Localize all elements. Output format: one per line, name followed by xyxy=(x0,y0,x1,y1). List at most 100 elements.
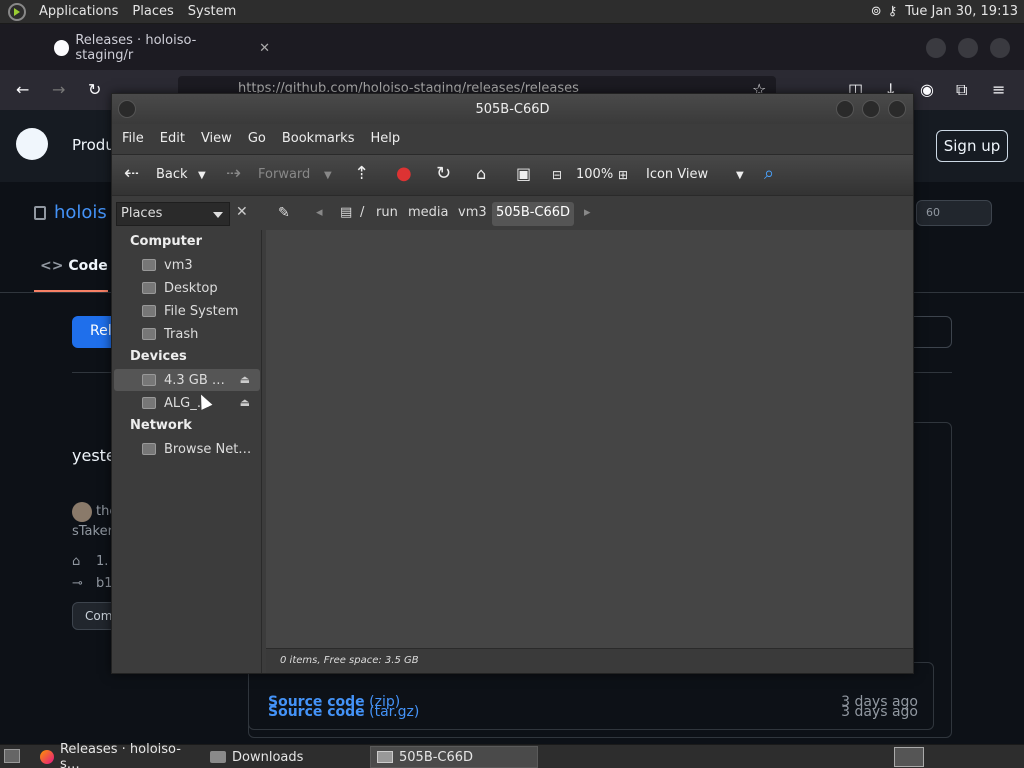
reload-icon[interactable]: ↻ xyxy=(436,163,451,184)
commit-icon: ⊸ xyxy=(72,576,83,591)
star-count[interactable]: 60 xyxy=(916,200,992,226)
menu-go[interactable]: Go xyxy=(248,131,276,146)
file-manager-window: 505B-C66D File Edit View Go Bookmarks He… xyxy=(111,93,914,674)
zoom-out-icon[interactable]: ⊟ xyxy=(552,168,562,182)
menu-edit[interactable]: Edit xyxy=(160,131,195,146)
forward-arrow-icon[interactable]: → xyxy=(52,80,65,99)
sidebar-item-vm3[interactable]: vm3 xyxy=(114,254,260,276)
browser-window-controls xyxy=(926,38,1010,58)
minimize-button[interactable] xyxy=(836,100,854,118)
close-button[interactable] xyxy=(888,100,906,118)
window-menu-button[interactable] xyxy=(118,100,136,118)
menu-bookmarks[interactable]: Bookmarks xyxy=(282,131,365,146)
menu-view[interactable]: View xyxy=(201,131,242,146)
system-menu[interactable]: System xyxy=(181,4,243,19)
crumb-run[interactable]: run xyxy=(372,202,402,226)
eject-icon[interactable]: ⏏ xyxy=(240,396,250,409)
product-menu[interactable]: Produ xyxy=(72,136,115,154)
edit-location-icon[interactable]: ✎ xyxy=(274,202,294,226)
sidebar-item-desktop[interactable]: Desktop xyxy=(114,277,260,299)
task-label: Downloads xyxy=(232,749,304,765)
drive-icon[interactable]: ▤ xyxy=(336,202,356,226)
crumb-root[interactable]: / xyxy=(356,202,368,226)
asset-ext: (tar.gz) xyxy=(369,704,420,720)
network-icon xyxy=(142,443,156,455)
key-icon[interactable]: ⚷ xyxy=(888,4,898,19)
crumb-media[interactable]: media xyxy=(404,202,453,226)
hamburger-menu-icon[interactable]: ≡ xyxy=(992,80,1005,99)
back-arrow-icon[interactable]: ⇠ xyxy=(124,163,139,184)
desktop-icon xyxy=(142,282,156,294)
account-icon[interactable]: ◉ xyxy=(920,80,934,99)
back-history-icon[interactable]: ▼ xyxy=(198,170,206,181)
clock[interactable]: Tue Jan 30, 19:13 xyxy=(905,4,1018,19)
section-network: Network xyxy=(130,418,192,433)
crumb-right-icon[interactable]: ▸ xyxy=(580,202,595,226)
reload-icon[interactable]: ↻ xyxy=(88,80,101,99)
sign-up-button[interactable]: Sign up xyxy=(936,130,1008,162)
task-browser[interactable]: Releases · holoiso-s… xyxy=(34,742,200,768)
places-menu[interactable]: Places xyxy=(125,4,180,19)
forward-history-icon[interactable]: ▼ xyxy=(324,170,332,181)
tab-close-icon[interactable]: ✕ xyxy=(259,41,270,56)
maximize-button[interactable] xyxy=(958,38,978,58)
home-icon[interactable]: ⌂ xyxy=(476,164,486,183)
search-icon[interactable]: ⌕ xyxy=(764,163,774,184)
menu-help[interactable]: Help xyxy=(370,131,410,146)
tag-name[interactable]: 1. xyxy=(96,554,108,569)
task-downloads[interactable]: Downloads xyxy=(204,746,366,768)
forward-button[interactable]: Forward xyxy=(258,167,310,182)
sidebar-item-trash[interactable]: Trash xyxy=(114,323,260,345)
asset-name[interactable]: Source code xyxy=(268,704,365,720)
toggle-icon[interactable]: ⊚ xyxy=(871,4,882,19)
places-select[interactable]: Places xyxy=(116,202,230,226)
forward-arrow-icon[interactable]: ⇢ xyxy=(226,163,241,184)
sidebar-close-icon[interactable]: ✕ xyxy=(236,204,248,220)
stop-icon[interactable]: ● xyxy=(396,163,412,184)
applications-menu[interactable]: Applications xyxy=(32,4,125,19)
usb-drive-icon xyxy=(142,397,156,409)
github-logo-icon[interactable] xyxy=(16,128,48,160)
view-mode-dropdown-icon[interactable]: ▼ xyxy=(736,170,744,181)
extensions-icon[interactable]: ⧉ xyxy=(956,80,967,100)
task-file-manager[interactable]: 505B-C66D xyxy=(370,746,538,768)
menu-file[interactable]: File xyxy=(122,131,154,146)
fm-title: 505B-C66D xyxy=(475,101,550,117)
sidebar-item-device-2[interactable]: ALG_… ⏏ xyxy=(114,392,260,414)
task-label: Releases · holoiso-s… xyxy=(59,742,181,768)
sidebar-item-device-1[interactable]: 4.3 GB … ⏏ xyxy=(114,369,260,391)
back-arrow-icon[interactable]: ← xyxy=(16,80,29,99)
workspace-switcher[interactable] xyxy=(894,747,924,767)
author-avatar[interactable] xyxy=(72,502,92,522)
minimize-button[interactable] xyxy=(926,38,946,58)
computer-icon[interactable]: ▣ xyxy=(516,164,531,183)
eject-icon[interactable]: ⏏ xyxy=(240,373,250,386)
crumb-current[interactable]: 505B-C66D xyxy=(492,202,575,226)
home-folder-icon xyxy=(142,259,156,271)
repo-title[interactable]: holois xyxy=(34,202,107,223)
maximize-button[interactable] xyxy=(862,100,880,118)
back-button[interactable]: Back xyxy=(156,167,188,182)
zoom-in-icon[interactable]: ⊞ xyxy=(618,168,628,182)
repo-name[interactable]: holois xyxy=(54,202,107,223)
task-label: 505B-C66D xyxy=(399,749,474,765)
tab-code[interactable]: <> Code xyxy=(34,258,108,292)
sidebar-item-label: Trash xyxy=(164,326,199,342)
distro-logo-icon[interactable] xyxy=(8,2,26,21)
up-icon[interactable]: ⇡ xyxy=(354,163,369,184)
fm-statusbar: 0 items, Free space: 3.5 GB xyxy=(266,648,913,673)
asset-row[interactable]: Source code (tar.gz) 3 days ago xyxy=(268,704,918,720)
crumb-left-icon[interactable]: ◂ xyxy=(312,202,327,226)
sidebar-item-filesystem[interactable]: File System xyxy=(114,300,260,322)
fm-titlebar[interactable]: 505B-C66D xyxy=(112,94,913,124)
show-desktop-icon[interactable] xyxy=(4,749,20,763)
close-button[interactable] xyxy=(990,38,1010,58)
tab-code-label: Code xyxy=(68,258,108,274)
section-computer: Computer xyxy=(130,234,203,249)
browser-tab-releases[interactable]: Releases · holoiso-staging/r ✕ xyxy=(42,32,270,64)
sidebar-item-browse-network[interactable]: Browse Net… xyxy=(114,438,260,460)
view-mode-select[interactable]: Icon View xyxy=(646,167,708,182)
zoom-level: 100% xyxy=(576,167,614,182)
fm-content-area[interactable] xyxy=(266,230,913,648)
crumb-vm3[interactable]: vm3 xyxy=(454,202,491,226)
